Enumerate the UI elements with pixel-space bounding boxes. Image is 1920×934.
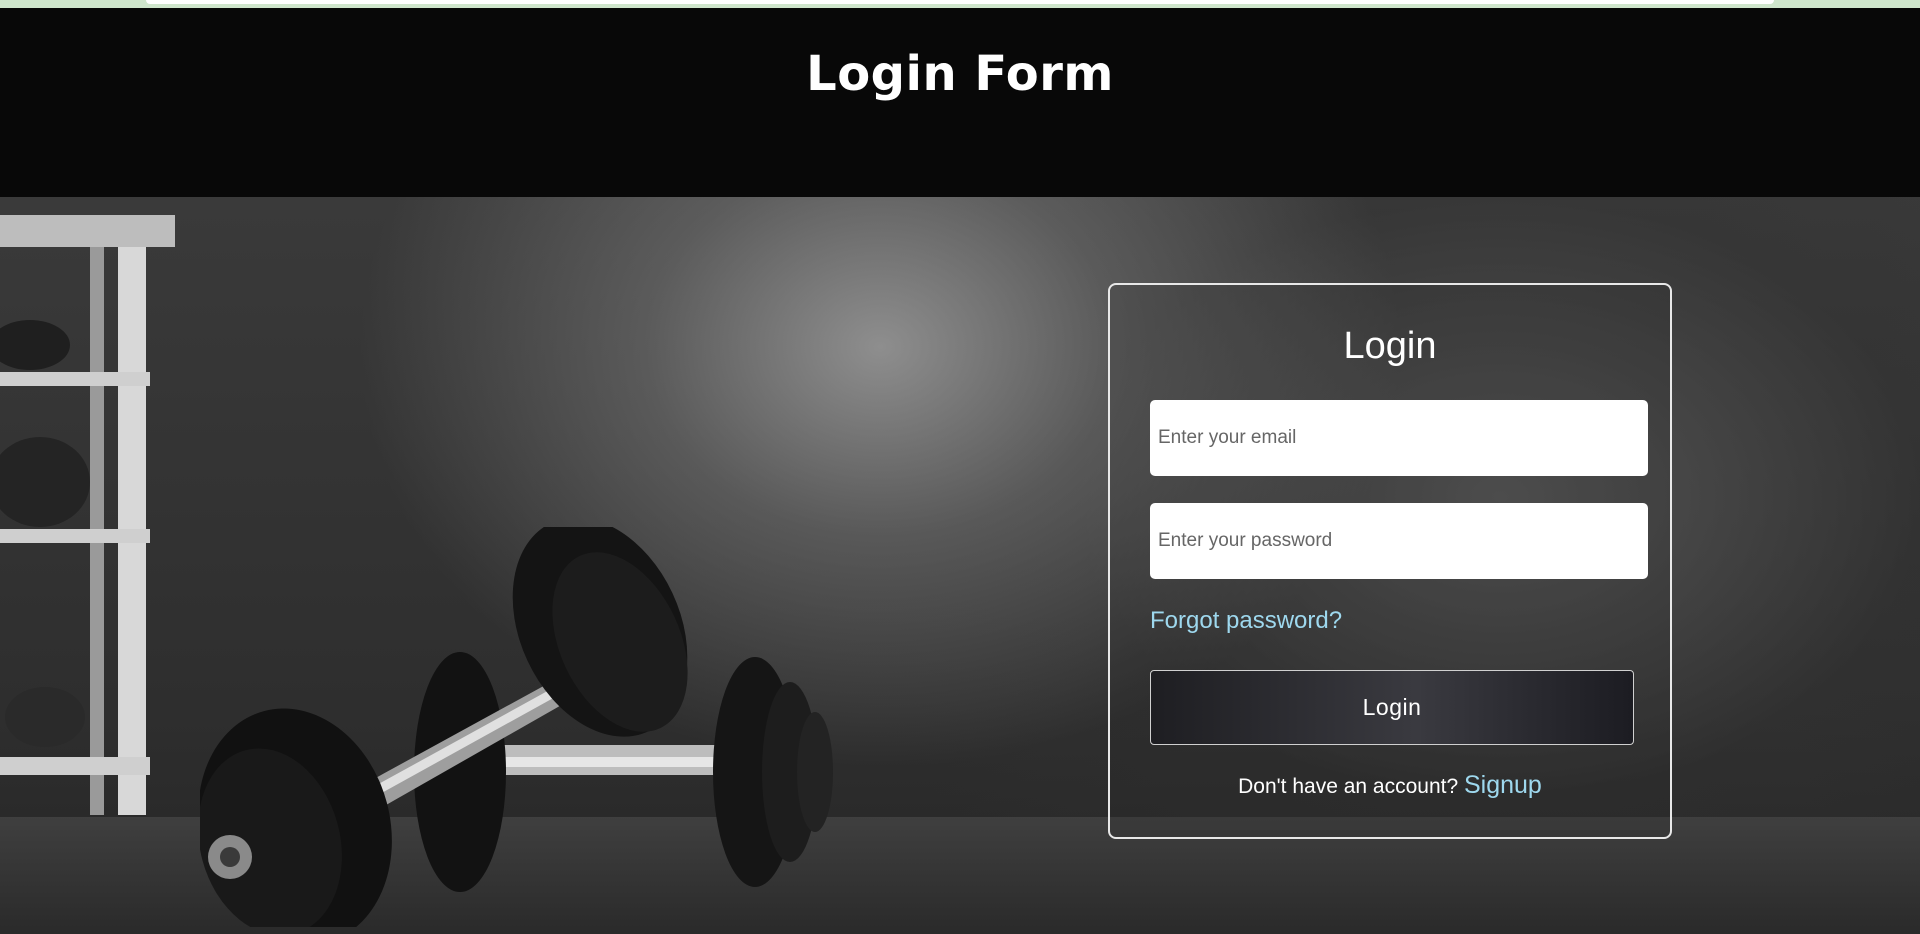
login-button[interactable]: Login: [1150, 670, 1634, 745]
page-title: Login Form: [806, 46, 1114, 102]
email-input[interactable]: [1150, 400, 1648, 476]
signup-prompt: Don't have an account?: [1238, 775, 1459, 798]
login-title: Login: [1343, 325, 1437, 367]
login-card: Login Forgot password? Login Don't have …: [1108, 283, 1672, 839]
browser-top-strip: [0, 0, 1920, 8]
hero-background: Login Forgot password? Login Don't have …: [0, 197, 1920, 934]
signup-row: Don't have an account? Signup: [1110, 771, 1670, 800]
dumbbells-image: [200, 527, 833, 927]
browser-top-strip-inner: [146, 0, 1774, 4]
password-input[interactable]: [1150, 503, 1648, 579]
weight-rack-image: [0, 215, 175, 815]
signup-link[interactable]: Signup: [1464, 771, 1542, 799]
forgot-password-link[interactable]: Forgot password?: [1150, 607, 1342, 635]
page-header: Login Form: [0, 8, 1920, 197]
